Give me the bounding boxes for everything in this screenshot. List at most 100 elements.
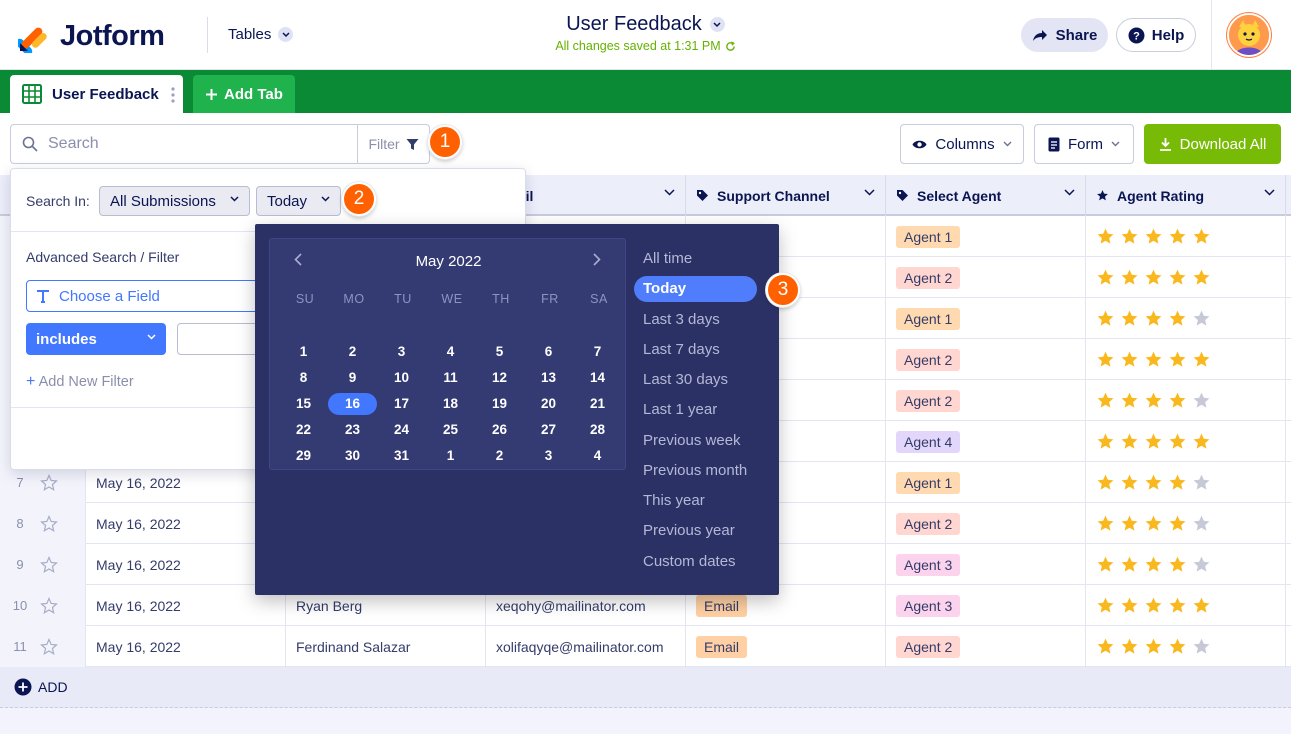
filter-operator-select[interactable]: includes [26,323,166,355]
agent-cell[interactable]: Agent 4 [886,421,1086,462]
star-filled-icon[interactable] [1120,637,1139,656]
range-option[interactable]: Last 1 year [634,397,757,423]
agent-rating-cell[interactable] [1086,626,1286,667]
download-all-button[interactable]: Download All [1144,124,1281,164]
star-filled-icon[interactable] [1096,555,1115,574]
avatar[interactable] [1227,13,1271,57]
calendar-day[interactable]: 4 [426,341,475,363]
star-outline-icon[interactable] [40,514,58,533]
agent-cell[interactable]: Agent 1 [886,462,1086,503]
calendar-day[interactable]: 24 [377,419,426,441]
star-filled-icon[interactable] [1192,350,1211,369]
agent-cell[interactable]: Agent 2 [886,626,1086,667]
agent-rating-cell[interactable] [1086,503,1286,544]
support-channel-cell[interactable]: Email [686,626,886,667]
star-filled-icon[interactable] [1144,555,1163,574]
star-rating[interactable] [1096,309,1211,328]
range-option[interactable]: Today [634,276,757,302]
filter-button[interactable]: Filter [357,124,430,164]
calendar-day[interactable]: 14 [573,367,622,389]
email-cell[interactable]: xolifaqyqe@mailinator.com [486,626,686,667]
star-rating[interactable] [1096,391,1211,410]
calendar-day[interactable]: 22 [279,419,328,441]
add-tab-button[interactable]: Add Tab [193,75,295,113]
calendar-day[interactable]: 25 [426,419,475,441]
form-button[interactable]: Form [1034,124,1134,164]
range-option[interactable]: Last 3 days [634,307,757,333]
column-header-support-channel[interactable]: Support Channel [686,175,886,216]
calendar-day[interactable]: 2 [475,445,524,467]
calendar-day[interactable]: 21 [573,393,622,415]
range-option[interactable]: Custom dates [634,549,757,575]
star-empty-icon[interactable] [1192,637,1211,656]
range-option[interactable]: Last 30 days [634,367,757,393]
star-filled-icon[interactable] [1096,514,1115,533]
star-outline-icon[interactable] [40,637,58,656]
date-range-select[interactable]: Today [256,186,341,216]
add-new-filter-link[interactable]: + Add New Filter [26,373,134,391]
table-row[interactable]: 11 May 16, 2022 Ferdinand Salazar xolifaqyq… [0,626,1291,667]
add-row-button[interactable]: ADD [14,678,68,696]
calendar-day[interactable]: 7 [573,341,622,363]
calendar-day[interactable]: 20 [524,393,573,415]
agent-cell[interactable]: Agent 2 [886,380,1086,421]
star-filled-icon[interactable] [1096,227,1115,246]
star-filled-icon[interactable] [1120,268,1139,287]
agent-rating-cell[interactable] [1086,216,1286,257]
columns-button[interactable]: Columns [900,124,1024,164]
star-filled-icon[interactable] [1144,350,1163,369]
star-empty-icon[interactable] [1192,309,1211,328]
star-outline-icon[interactable] [40,596,58,615]
star-filled-icon[interactable] [1168,350,1187,369]
column-header-agent-rating[interactable]: Agent Rating [1086,175,1286,216]
star-filled-icon[interactable] [1144,309,1163,328]
calendar-day[interactable]: 27 [524,419,573,441]
star-filled-icon[interactable] [1144,268,1163,287]
star-rating[interactable] [1096,350,1211,369]
star-filled-icon[interactable] [1096,350,1115,369]
tab-user-feedback[interactable]: User Feedback [10,75,183,113]
chevron-down-icon[interactable] [1064,189,1075,196]
star-filled-icon[interactable] [1144,227,1163,246]
star-filled-icon[interactable] [1096,473,1115,492]
calendar-day[interactable]: 2 [328,341,377,363]
chevron-right-icon[interactable] [593,253,601,271]
star-filled-icon[interactable] [1096,391,1115,410]
star-rating[interactable] [1096,268,1211,287]
star-filled-icon[interactable] [1168,637,1187,656]
star-empty-icon[interactable] [1192,473,1211,492]
star-filled-icon[interactable] [1192,596,1211,615]
chevron-down-icon[interactable] [1264,189,1275,196]
star-filled-icon[interactable] [1120,350,1139,369]
star-filled-icon[interactable] [1168,473,1187,492]
star-rating[interactable] [1096,473,1211,492]
chevron-down-icon[interactable] [864,189,875,196]
star-filled-icon[interactable] [1168,514,1187,533]
star-filled-icon[interactable] [1168,227,1187,246]
calendar-day[interactable]: 13 [524,367,573,389]
form-title-dropdown[interactable]: User Feedback [566,13,725,36]
star-outline-icon[interactable] [40,555,58,574]
calendar-day[interactable]: 6 [524,341,573,363]
star-filled-icon[interactable] [1168,268,1187,287]
star-empty-icon[interactable] [1192,555,1211,574]
calendar-day[interactable]: 8 [279,367,328,389]
calendar-day[interactable]: 4 [573,445,622,467]
range-option[interactable]: Previous week [634,428,757,454]
name-cell[interactable]: Ferdinand Salazar [286,626,486,667]
star-outline-icon[interactable] [40,473,58,492]
star-filled-icon[interactable] [1120,391,1139,410]
star-filled-icon[interactable] [1096,637,1115,656]
star-filled-icon[interactable] [1144,432,1163,451]
star-rating[interactable] [1096,514,1211,533]
search-scope-select[interactable]: All Submissions [99,186,250,216]
star-rating[interactable] [1096,637,1211,656]
range-option[interactable]: Previous month [634,458,757,484]
star-filled-icon[interactable] [1168,391,1187,410]
calendar-day[interactable]: 30 [328,445,377,467]
star-filled-icon[interactable] [1144,391,1163,410]
more-vertical-icon[interactable] [171,86,175,104]
range-option[interactable]: Last 7 days [634,337,757,363]
agent-rating-cell[interactable] [1086,380,1286,421]
star-empty-icon[interactable] [1192,391,1211,410]
